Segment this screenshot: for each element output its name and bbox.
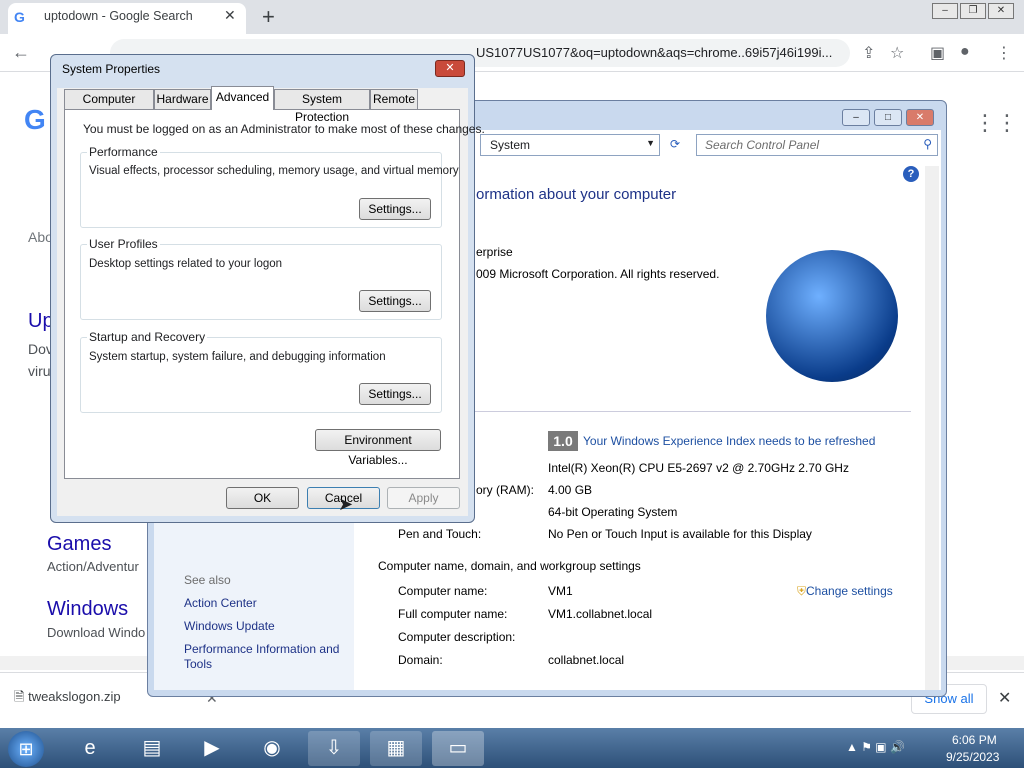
google-favicon-icon: G — [14, 9, 25, 25]
download-filename: tweakslogon.zip — [28, 689, 121, 704]
apply-button[interactable]: Apply — [387, 487, 460, 509]
windows-logo-icon — [766, 250, 898, 382]
user-profiles-settings-button[interactable]: Settings... — [359, 290, 431, 312]
ram-label: ory (RAM): — [476, 483, 534, 497]
result-snippet-2: viru — [28, 363, 51, 379]
file-explorer-icon[interactable]: ▤ — [126, 731, 178, 766]
tab-system-protection[interactable]: System Protection — [274, 89, 370, 124]
vertical-scrollbar[interactable] — [925, 166, 939, 690]
tab-title: uptodown - Google Search — [44, 9, 193, 23]
domain-label: Domain: — [398, 653, 443, 667]
search-icon[interactable]: ⚲ — [923, 137, 932, 151]
new-tab-button[interactable]: + — [262, 4, 275, 30]
google-logo[interactable]: G — [24, 104, 46, 136]
performance-info-link[interactable]: Performance Information and — [184, 642, 339, 656]
task-app-icon[interactable]: ⇩ — [308, 731, 360, 766]
change-settings-label: Change settings — [806, 584, 893, 598]
windows-edition: erprise — [476, 245, 513, 259]
media-player-icon[interactable]: ▶ — [186, 731, 238, 766]
tab-hardware[interactable]: Hardware — [154, 89, 211, 109]
startup-recovery-settings-button[interactable]: Settings... — [359, 383, 431, 405]
control-panel-icon[interactable]: ▦ — [370, 731, 422, 766]
search-placeholder: Search Control Panel — [705, 138, 820, 152]
pen-value: No Pen or Touch Input is available for t… — [548, 527, 812, 541]
restore-icon[interactable]: ❐ — [960, 3, 986, 19]
address-breadcrumb[interactable]: System ▼ — [480, 134, 660, 156]
system-properties-taskbar-icon[interactable]: ▭ — [432, 731, 484, 766]
tab-close-icon[interactable]: ✕ — [224, 7, 236, 24]
copyright: 009 Microsoft Corporation. All rights re… — [476, 267, 720, 281]
tab-computer-name[interactable]: Computer Name — [64, 89, 154, 124]
window-controls: – ❐ ✕ — [930, 2, 1014, 19]
description-label: Computer description: — [398, 630, 516, 644]
download-item[interactable]: 🗎 tweakslogon.zip — [14, 688, 121, 710]
dialog-title: System Properties — [62, 62, 161, 76]
ok-button[interactable]: OK — [226, 487, 299, 509]
apps-grid-icon[interactable]: ⋮⋮⋮ — [974, 110, 1024, 136]
pen-label: Pen and Touch: — [398, 527, 482, 541]
system-type-value: 64-bit Operating System — [548, 505, 678, 519]
internet-explorer-icon[interactable]: e — [64, 731, 116, 766]
processor-value: Intel(R) Xeon(R) CPU E5-2697 v2 @ 2.70GH… — [548, 461, 849, 475]
full-name-label: Full computer name: — [398, 607, 508, 621]
start-button[interactable]: ⊞ — [8, 731, 44, 767]
download-bar-close-icon[interactable]: ✕ — [998, 688, 1011, 708]
environment-variables-button[interactable]: Environment Variables... — [315, 429, 441, 467]
refresh-icon[interactable]: ⟳ — [670, 137, 680, 151]
rating-badge: 1.0 — [548, 431, 578, 451]
tab-advanced[interactable]: Advanced — [211, 86, 274, 110]
clock-time[interactable]: 6:06 PM — [952, 733, 997, 747]
minimize-icon[interactable]: – — [932, 3, 958, 19]
performance-title: Performance — [87, 145, 160, 159]
performance-desc: Visual effects, processor scheduling, me… — [89, 165, 459, 177]
full-name-value: VM1.collabnet.local — [548, 607, 653, 621]
experience-index-link[interactable]: Your Windows Experience Index needs to b… — [583, 434, 875, 448]
shield-icon: ⛨ — [797, 584, 807, 598]
profile-avatar-icon[interactable]: ● — [960, 43, 970, 61]
chrome-icon[interactable]: ◉ — [246, 731, 298, 766]
sys-maximize-icon[interactable]: □ — [874, 109, 902, 126]
zip-file-icon: 🗎 — [14, 689, 29, 704]
share-icon[interactable]: ⇪ — [862, 43, 875, 63]
dropdown-arrow-icon[interactable]: ▼ — [646, 138, 655, 148]
action-center-link[interactable]: Action Center — [184, 596, 257, 610]
system-heading: ormation about your computer — [476, 186, 677, 203]
user-profiles-desc: Desktop settings related to your logon — [89, 258, 283, 270]
back-icon[interactable]: ← — [12, 42, 30, 63]
computer-section-title: Computer name, domain, and workgroup set… — [378, 559, 641, 573]
admin-note: You must be logged on as an Administrato… — [83, 122, 485, 136]
see-also-heading: See also — [184, 573, 231, 587]
url-text: US1077US1077&oq=uptodown&aqs=chrome..69i… — [476, 45, 833, 60]
dialog-close-icon[interactable]: ✕ — [435, 60, 465, 77]
games-sub: Action/Adventur — [47, 559, 139, 574]
games-link[interactable]: Games — [47, 533, 111, 556]
windows-sub: Download Windo — [47, 625, 146, 640]
startup-recovery-title: Startup and Recovery — [87, 330, 208, 344]
clock-date[interactable]: 9/25/2023 — [946, 750, 999, 764]
bookmark-star-icon[interactable]: ☆ — [890, 43, 904, 63]
performance-settings-button[interactable]: Settings... — [359, 198, 431, 220]
windows-link[interactable]: Windows — [47, 598, 128, 621]
tab-remote[interactable]: Remote — [370, 89, 418, 109]
performance-info-link-line2[interactable]: Tools — [184, 657, 212, 671]
menu-kebab-icon[interactable]: ⋮ — [996, 43, 1012, 63]
startup-recovery-desc: System startup, system failure, and debu… — [89, 351, 386, 363]
windows-update-link[interactable]: Windows Update — [184, 619, 275, 633]
domain-value: collabnet.local — [548, 653, 625, 667]
change-settings-link[interactable]: ⛨Change settings — [797, 584, 893, 599]
mouse-cursor-icon: ➤ — [338, 494, 354, 514]
help-icon[interactable]: ? — [903, 166, 919, 182]
system-tray[interactable]: ▲ ⚑ ▣ 🔊 — [846, 740, 905, 754]
computer-name-value: VM1 — [548, 584, 573, 598]
ram-value: 4.00 GB — [548, 483, 593, 497]
search-control-panel-input[interactable]: Search Control Panel ⚲ — [696, 134, 938, 156]
sys-close-icon[interactable]: ✕ — [906, 109, 934, 126]
sys-minimize-icon[interactable]: – — [842, 109, 870, 126]
breadcrumb-system[interactable]: System — [490, 138, 530, 152]
close-icon[interactable]: ✕ — [988, 3, 1014, 19]
sidepanel-icon[interactable]: ▣ — [930, 43, 945, 63]
computer-name-label: Computer name: — [398, 584, 488, 598]
user-profiles-title: User Profiles — [87, 237, 160, 251]
